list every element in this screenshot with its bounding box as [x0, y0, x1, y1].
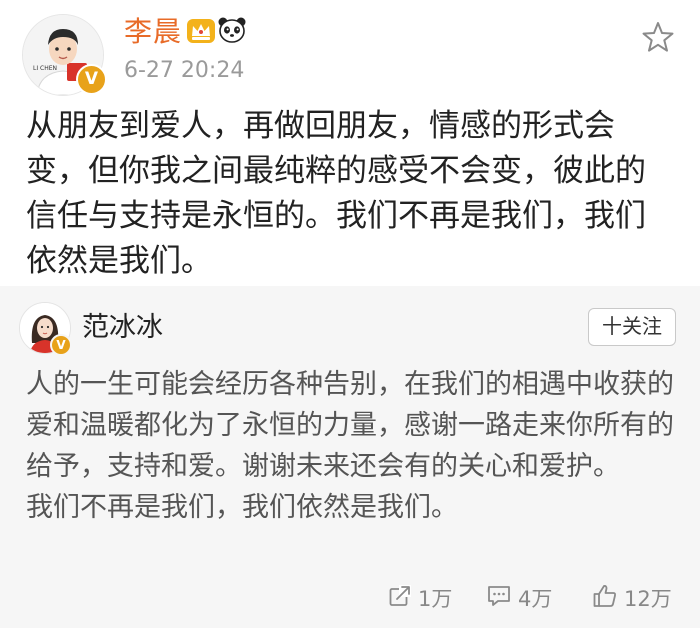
star-icon[interactable] [641, 20, 675, 58]
like-count: 12万 [624, 587, 672, 611]
thumbs-up-icon [592, 583, 618, 613]
repost-count: 1万 [418, 587, 453, 611]
avatar-caption: LI CHEN [33, 65, 57, 72]
main-post: LI CHEN V 李晨 6-27 20:24 从朋友到爱人，再做回朋友，情感的… [0, 0, 700, 286]
repost-text-paragraph: 人的一生可能会经历各种告别，在我们的相遇中收获的爱和温暖都化为了永恒的力量，感谢… [26, 369, 674, 482]
post-timestamp: 6-27 20:24 [124, 58, 245, 83]
weibo-screen: LI CHEN V 李晨 6-27 20:24 从朋友到爱人，再做回朋友，情感的… [0, 0, 700, 628]
crown-icon[interactable] [186, 18, 216, 48]
panda-icon[interactable] [217, 16, 247, 48]
share-icon [388, 584, 412, 612]
author-name[interactable]: 李晨 [124, 12, 182, 52]
repost-text-paragraph: 我们不再是我们，我们依然是我们。 [26, 492, 458, 523]
comment-icon [486, 584, 512, 612]
comment-button[interactable]: 4万 [486, 578, 552, 618]
repost-author-name[interactable]: 范冰冰 [82, 310, 163, 346]
repost-verified-badge-icon: V [50, 334, 72, 356]
like-button[interactable]: 12万 [592, 578, 672, 618]
action-bar: 1万 4万 12万 [0, 578, 700, 618]
follow-button[interactable]: 十关注 [588, 308, 676, 346]
post-text: 从朋友到爱人，再做回朋友，情感的形式会变，但你我之间最纯粹的感受不会变，彼此的信… [26, 108, 646, 279]
reposted-post[interactable]: V 范冰冰 十关注 人的一生可能会经历各种告别，在我们的相遇中收获的爱和温暖都化… [0, 286, 700, 628]
repost-button[interactable]: 1万 [388, 578, 452, 618]
verified-badge-icon: V [76, 64, 107, 95]
comment-count: 4万 [518, 587, 553, 611]
repost-text: 人的一生可能会经历各种告别，在我们的相遇中收获的爱和温暖都化为了永恒的力量，感谢… [26, 364, 681, 528]
